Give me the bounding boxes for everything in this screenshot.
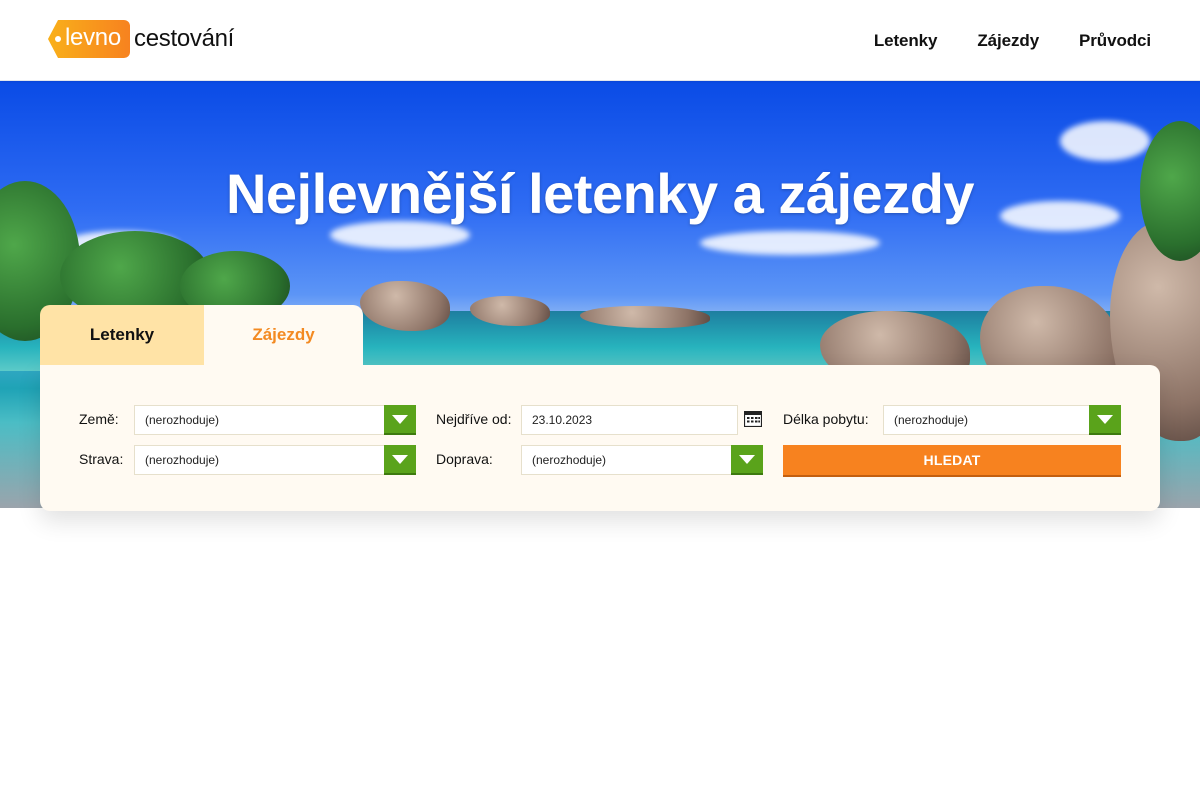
transport-select-value: (nerozhoduje) xyxy=(532,453,607,467)
chevron-down-icon[interactable] xyxy=(1089,405,1121,435)
stay-length-select[interactable]: (nerozhoduje) xyxy=(883,405,1121,435)
logo-tag-text: levno xyxy=(65,24,121,51)
stay-length-label: Délka pobytu: xyxy=(783,411,869,427)
logo-tag: levno xyxy=(48,20,130,58)
site-logo[interactable]: levno cestování xyxy=(48,20,234,58)
country-select[interactable]: (nerozhoduje) xyxy=(134,405,416,435)
transport-select[interactable]: (nerozhoduje) xyxy=(521,445,763,475)
search-button[interactable]: HLEDAT xyxy=(783,445,1121,477)
logo-wordmark: cestování xyxy=(134,25,235,52)
site-header: levno cestování Letenky Zájezdy Průvodci xyxy=(0,0,1200,81)
chevron-down-icon[interactable] xyxy=(384,405,416,435)
calendar-icon[interactable] xyxy=(744,411,762,427)
hero-title: Nejlevnější letenky a zájezdy xyxy=(225,162,975,225)
main-nav: Letenky Zájezdy Průvodci xyxy=(874,31,1151,51)
transport-label: Doprava: xyxy=(436,451,493,467)
country-select-value: (nerozhoduje) xyxy=(145,413,220,427)
earliest-from-label: Nejdříve od: xyxy=(436,411,512,427)
nav-link-zajezdy[interactable]: Zájezdy xyxy=(977,31,1039,51)
cloud xyxy=(1060,121,1150,161)
cloud xyxy=(700,231,880,255)
search-panel: Země: (nerozhoduje) Strava: (nerozhoduje… xyxy=(40,365,1160,511)
tab-zajezdy[interactable]: Zájezdy xyxy=(204,305,363,365)
nav-link-letenky[interactable]: Letenky xyxy=(874,31,938,51)
nav-link-pruvodci[interactable]: Průvodci xyxy=(1079,31,1151,51)
chevron-down-icon[interactable] xyxy=(731,445,763,475)
country-label: Země: xyxy=(79,411,119,427)
search-tabs: Letenky Zájezdy xyxy=(40,305,363,365)
stay-length-select-value: (nerozhoduje) xyxy=(894,413,969,427)
tab-letenky[interactable]: Letenky xyxy=(40,305,204,365)
board-select-value: (nerozhoduje) xyxy=(145,453,220,467)
earliest-from-value: 23.10.2023 xyxy=(532,413,593,427)
logo-dot-icon xyxy=(55,36,61,42)
board-select[interactable]: (nerozhoduje) xyxy=(134,445,416,475)
chevron-down-icon[interactable] xyxy=(384,445,416,475)
board-label: Strava: xyxy=(79,451,124,467)
earliest-from-input[interactable]: 23.10.2023 xyxy=(521,405,738,435)
